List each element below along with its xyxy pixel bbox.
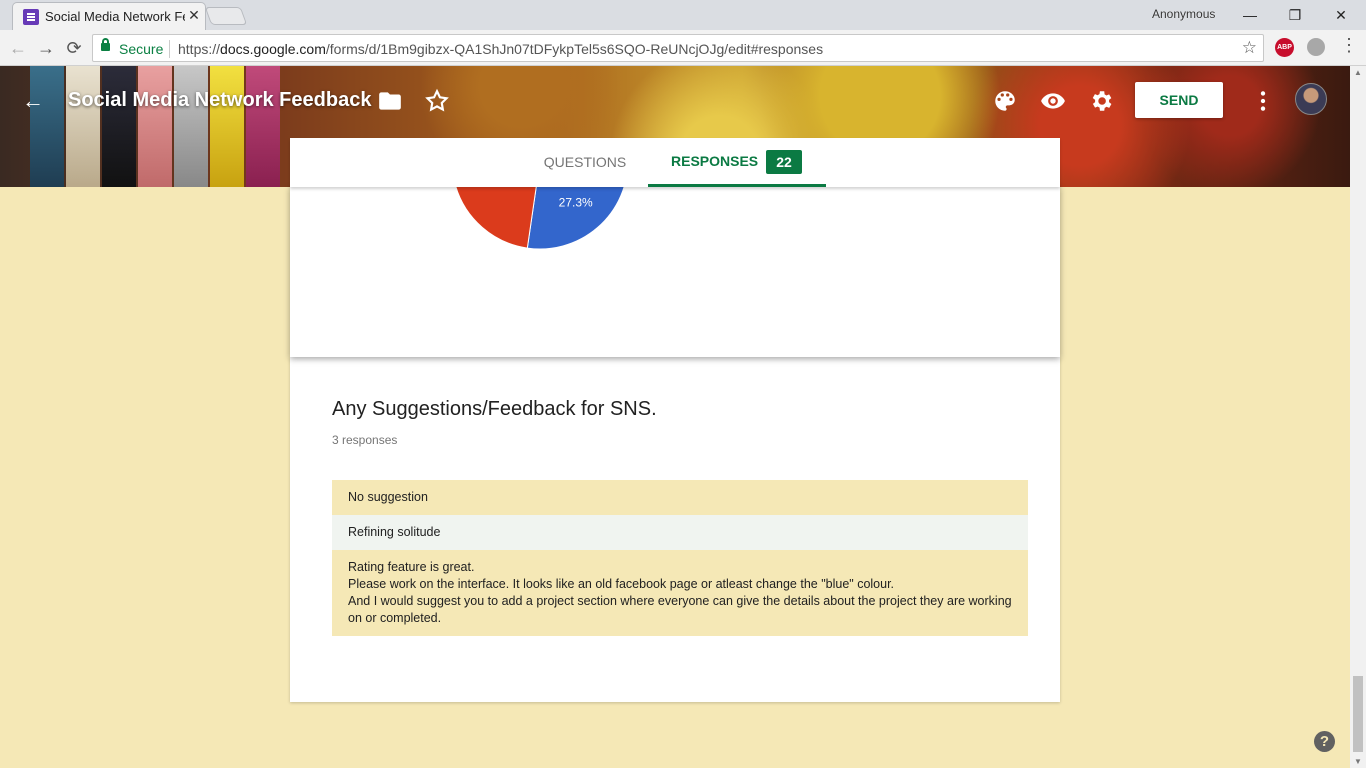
- forward-button[interactable]: →: [34, 36, 58, 60]
- browser-tab-title: Social Media Network Feedback: [45, 9, 185, 24]
- url-text[interactable]: https://docs.google.com/forms/d/1Bm9gibz…: [178, 41, 823, 57]
- address-separator: [169, 40, 170, 58]
- window-restore-button[interactable]: ❐: [1272, 3, 1318, 27]
- response-item: No suggestion: [332, 480, 1028, 515]
- response-item: Refining solitude: [332, 515, 1028, 550]
- pencil-decoration: [138, 66, 172, 187]
- pie-chart: 27.3%36.4%: [455, 186, 625, 250]
- responses-count-badge: 22: [766, 150, 802, 174]
- lock-icon[interactable]: [101, 38, 110, 51]
- response-list: No suggestion Refining solitude Rating f…: [332, 480, 1028, 636]
- pencil-decoration: [30, 66, 64, 187]
- pencil-decoration: [246, 66, 280, 187]
- star-icon[interactable]: [424, 88, 450, 114]
- browser-tabstrip: Social Media Network Feedback ✕ Anonymou…: [0, 0, 1366, 30]
- palette-icon[interactable]: [992, 88, 1018, 114]
- pie-label-blue: 27.3%: [559, 195, 593, 209]
- folder-icon[interactable]: [377, 88, 403, 114]
- tab-responses-label: RESPONSES: [671, 153, 759, 169]
- help-icon[interactable]: ?: [1314, 731, 1335, 752]
- tab-questions[interactable]: QUESTIONS: [516, 138, 654, 187]
- pencil-decoration: [174, 66, 208, 187]
- send-button[interactable]: SEND: [1135, 82, 1223, 118]
- page-scrollbar[interactable]: ▲ ▼: [1350, 66, 1366, 768]
- browser-tab[interactable]: Social Media Network Feedback ✕: [12, 2, 206, 30]
- pencil-decoration: [66, 66, 100, 187]
- pencil-decoration: [210, 66, 244, 187]
- extension-icon[interactable]: [1307, 38, 1325, 56]
- form-tabs: QUESTIONS RESPONSES 22: [290, 138, 1060, 187]
- back-to-forms-icon[interactable]: ←: [22, 88, 44, 114]
- more-vert-icon[interactable]: [1250, 88, 1276, 114]
- response-item: Rating feature is great. Please work on …: [332, 550, 1028, 636]
- tab-responses[interactable]: RESPONSES 22: [648, 138, 826, 187]
- pie-slice-red: [455, 186, 537, 249]
- pie-chart-card: 27.3%36.4%: [290, 186, 1060, 357]
- gear-icon[interactable]: [1088, 88, 1114, 114]
- page-viewport: ← Social Media Network Feedback SEND QUE…: [0, 66, 1350, 768]
- chrome-menu-icon[interactable]: ⋮: [1340, 35, 1358, 56]
- response-count: 3 responses: [332, 433, 398, 447]
- form-title[interactable]: Social Media Network Feedback: [68, 89, 371, 112]
- back-button[interactable]: ←: [6, 36, 30, 60]
- incognito-profile-label[interactable]: Anonymous: [1152, 7, 1215, 21]
- question-summary-card: Any Suggestions/Feedback for SNS. 3 resp…: [290, 357, 1060, 702]
- new-tab-button[interactable]: [204, 7, 248, 25]
- address-bar[interactable]: Secure https://docs.google.com/forms/d/1…: [92, 34, 1264, 62]
- scroll-down-arrow-icon[interactable]: ▼: [1354, 757, 1362, 766]
- tab-close-icon[interactable]: ✕: [186, 7, 202, 25]
- window-minimize-button[interactable]: —: [1227, 3, 1273, 27]
- bookmark-star-icon[interactable]: ☆: [1242, 38, 1257, 58]
- window-close-button[interactable]: ✕: [1318, 3, 1364, 27]
- scroll-thumb[interactable]: [1353, 676, 1363, 752]
- browser-toolbar: ← → ⟳ Secure https://docs.google.com/for…: [0, 30, 1366, 66]
- scroll-up-arrow-icon[interactable]: ▲: [1354, 68, 1362, 77]
- google-forms-favicon-icon: [23, 9, 39, 25]
- reload-button[interactable]: ⟳: [62, 36, 86, 60]
- secure-label[interactable]: Secure: [119, 41, 163, 57]
- account-avatar[interactable]: [1295, 83, 1327, 115]
- question-title: Any Suggestions/Feedback for SNS.: [332, 398, 657, 420]
- pencil-decoration: [102, 66, 136, 187]
- adblock-extension-icon[interactable]: ABP: [1275, 38, 1294, 57]
- eye-icon[interactable]: [1040, 88, 1066, 114]
